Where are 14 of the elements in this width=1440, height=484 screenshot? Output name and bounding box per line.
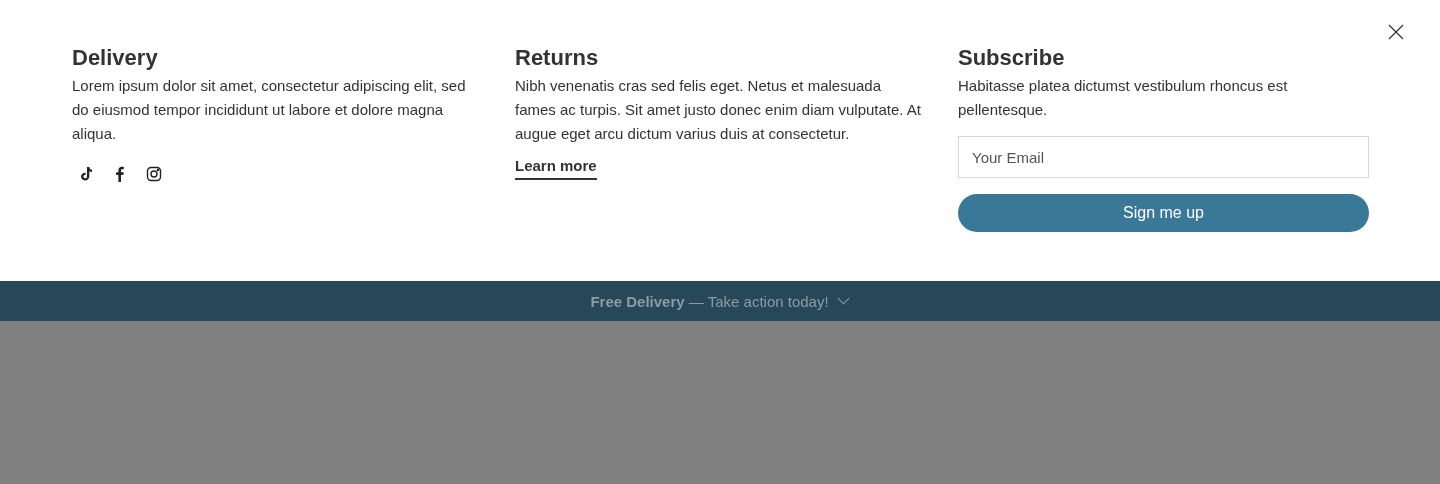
section-title: Delivery — [72, 44, 158, 72]
section-title: Returns — [515, 44, 599, 72]
instagram-icon[interactable] — [146, 166, 162, 182]
close-button[interactable] — [1386, 22, 1406, 42]
section-text: Lorem ipsum dolor sit amet, consectetur adipiscing elit, sed do eiusmod tempor incididunt ut labore et dolore magna aliqua. — [72, 76, 467, 144]
section-title: Subscribe — [958, 44, 1065, 72]
learn-more-link[interactable]: Learn more — [515, 156, 597, 180]
banner-text: Free Delivery — Take action today! — [590, 292, 829, 310]
section-text: Nibh venenatis cras sed felis eget. Netus et malesuada fames ac turpis. Sit amet justo donec enim diam vulputate. At augue eget arcu dictum varius duis at consectetur. — [515, 76, 923, 144]
section-text: Habitasse platea dictumst vestibulum rhoncus est pellentesque. — [958, 76, 1289, 120]
sign-up-button[interactable]: Sign me up — [958, 194, 1369, 232]
email-field[interactable]: Your Email — [958, 136, 1369, 178]
chevron-down-icon[interactable] — [836, 297, 850, 305]
tiktok-icon[interactable] — [78, 166, 94, 182]
